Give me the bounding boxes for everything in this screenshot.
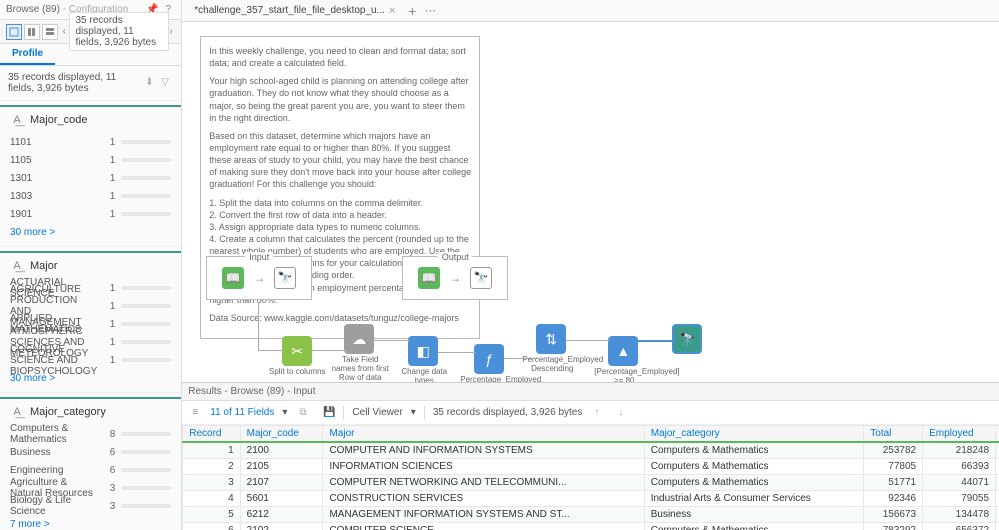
table-row[interactable]: 56212MANAGEMENT INFORMATION SYSTEMS AND … (183, 507, 999, 523)
arrow-up-icon[interactable]: ↑ (594, 407, 606, 419)
text-to-columns-tool[interactable]: ✂ (282, 336, 312, 366)
profile-summary-text: 35 records displayed, 11 fields, 3,926 b… (8, 72, 141, 94)
field-value-row[interactable]: Computers & Mathematics8 (10, 425, 171, 443)
field-name: Major_code (30, 114, 171, 126)
tool-label: Change data types (394, 368, 454, 382)
arrow-icon: → (248, 267, 270, 289)
tool-label: [Percentage_Employed] >= 80 (594, 368, 654, 382)
input-container: Input 📖 → 🔭 (206, 256, 312, 300)
field-header[interactable]: A͟ Major_category (0, 397, 181, 425)
arrow-down-icon[interactable]: ↓ (618, 407, 630, 419)
fields-dropdown[interactable]: 11 of 11 Fields (210, 407, 274, 418)
table-row[interactable]: 22105INFORMATION SCIENCESComputers & Mat… (183, 459, 999, 475)
field-header[interactable]: A͟ Major_code (0, 105, 181, 133)
show-more-link[interactable]: 7 more > (0, 515, 181, 530)
formula-tool[interactable]: ƒ (474, 344, 504, 374)
add-tab-button[interactable]: + (403, 3, 421, 19)
type-icon: A͟ (10, 259, 24, 273)
tool-label: Split to columns (267, 368, 327, 377)
column-header[interactable]: Employed_full_time_year_round (996, 426, 999, 443)
field-value-row[interactable]: Business6 (10, 443, 171, 461)
column-header[interactable]: Employed (923, 426, 996, 443)
field-value-row[interactable]: Biology & Life Science3 (10, 497, 171, 515)
download-icon[interactable]: ⬇ (145, 77, 157, 89)
column-header[interactable]: Major_category (644, 426, 864, 443)
browse-tool-icon[interactable]: 🔭 (274, 267, 296, 289)
table-row[interactable]: 45601CONSTRUCTION SERVICESIndustrial Art… (183, 491, 999, 507)
field-value-row[interactable]: 13011 (10, 169, 171, 187)
browse-output-tool[interactable]: 🔭 (672, 324, 702, 354)
field-name: Major (30, 260, 171, 272)
fields-list: A͟ Major_code 110111105113011130311901130 … (0, 101, 181, 530)
sort-tool[interactable]: ⇅ (536, 324, 566, 354)
tool-label: Take Field names from first Row of data (330, 356, 390, 382)
column-header[interactable]: Major_code (240, 426, 323, 443)
chevron-icon[interactable]: ≡ (190, 407, 200, 418)
document-tab[interactable]: *challenge_357_start_file_file_desktop_u… (186, 2, 403, 20)
browse-tool-icon[interactable]: 🔭 (470, 267, 492, 289)
copy-icon[interactable]: ⧉ (299, 407, 311, 419)
save-icon[interactable]: 💾 (323, 407, 335, 419)
view-mode-2[interactable] (24, 24, 40, 40)
view-mode-1[interactable] (6, 24, 22, 40)
type-icon: A͟ (10, 113, 24, 127)
table-row[interactable]: 32107COMPUTER NETWORKING AND TELECOMMUNI… (183, 475, 999, 491)
workflow-canvas[interactable]: In this weekly challenge, you need to cl… (182, 22, 999, 382)
column-header[interactable]: Major (323, 426, 644, 443)
chevron-down-icon[interactable]: ▾ (282, 407, 287, 418)
field-value-row[interactable]: COGNITIVE SCIENCE AND BIOPSYCHOLOGY1 (10, 351, 171, 369)
table-row[interactable]: 12100COMPUTER AND INFORMATION SYSTEMSCom… (183, 442, 999, 459)
input-tool-icon[interactable]: 📖 (222, 267, 244, 289)
field-value-row[interactable]: 11051 (10, 151, 171, 169)
results-summary: 35 records displayed, 3,926 bytes (433, 407, 583, 418)
filter-tool[interactable]: ▲ (608, 336, 638, 366)
filter-icon[interactable]: ▽ (161, 77, 173, 89)
column-header[interactable]: Total (864, 426, 923, 443)
view-mode-3[interactable] (42, 24, 58, 40)
field-header[interactable]: A͟ Major (0, 251, 181, 279)
chevron-down-icon[interactable]: ▾ (411, 407, 416, 418)
field-value-row[interactable]: 13031 (10, 187, 171, 205)
select-tool[interactable]: ◧ (408, 336, 438, 366)
column-header[interactable]: Record (183, 426, 240, 443)
arrow-icon: → (444, 267, 466, 289)
close-tab-icon[interactable]: × (389, 5, 395, 17)
cell-viewer-dropdown[interactable]: Cell Viewer (352, 407, 402, 418)
chevron-right-icon[interactable]: › (169, 26, 174, 37)
field-value-row[interactable]: 19011 (10, 205, 171, 223)
show-more-link[interactable]: 30 more > (0, 223, 181, 242)
tab-menu-icon[interactable]: ⋯ (421, 4, 439, 17)
table-row[interactable]: 62102COMPUTER SCIENCEComputers & Mathema… (183, 523, 999, 530)
results-table[interactable]: RecordMajor_codeMajorMajor_categoryTotal… (182, 425, 999, 530)
field-value-row[interactable]: 11011 (10, 133, 171, 151)
field-name: Major_category (30, 406, 171, 418)
chevron-left-icon[interactable]: ‹ (62, 26, 67, 37)
output-tool-icon[interactable]: 📖 (418, 267, 440, 289)
type-icon: A͟ (10, 405, 24, 419)
tool-label: Percentage_Employed = Ceil ([Employed]/[… (460, 376, 528, 382)
dynamic-rename-tool[interactable]: ☁ (344, 324, 374, 354)
profile-tab[interactable]: Profile (0, 44, 55, 65)
output-container: Output 📖 → 🔭 (402, 256, 508, 300)
results-header: Results - Browse (89) - Input (182, 383, 999, 401)
